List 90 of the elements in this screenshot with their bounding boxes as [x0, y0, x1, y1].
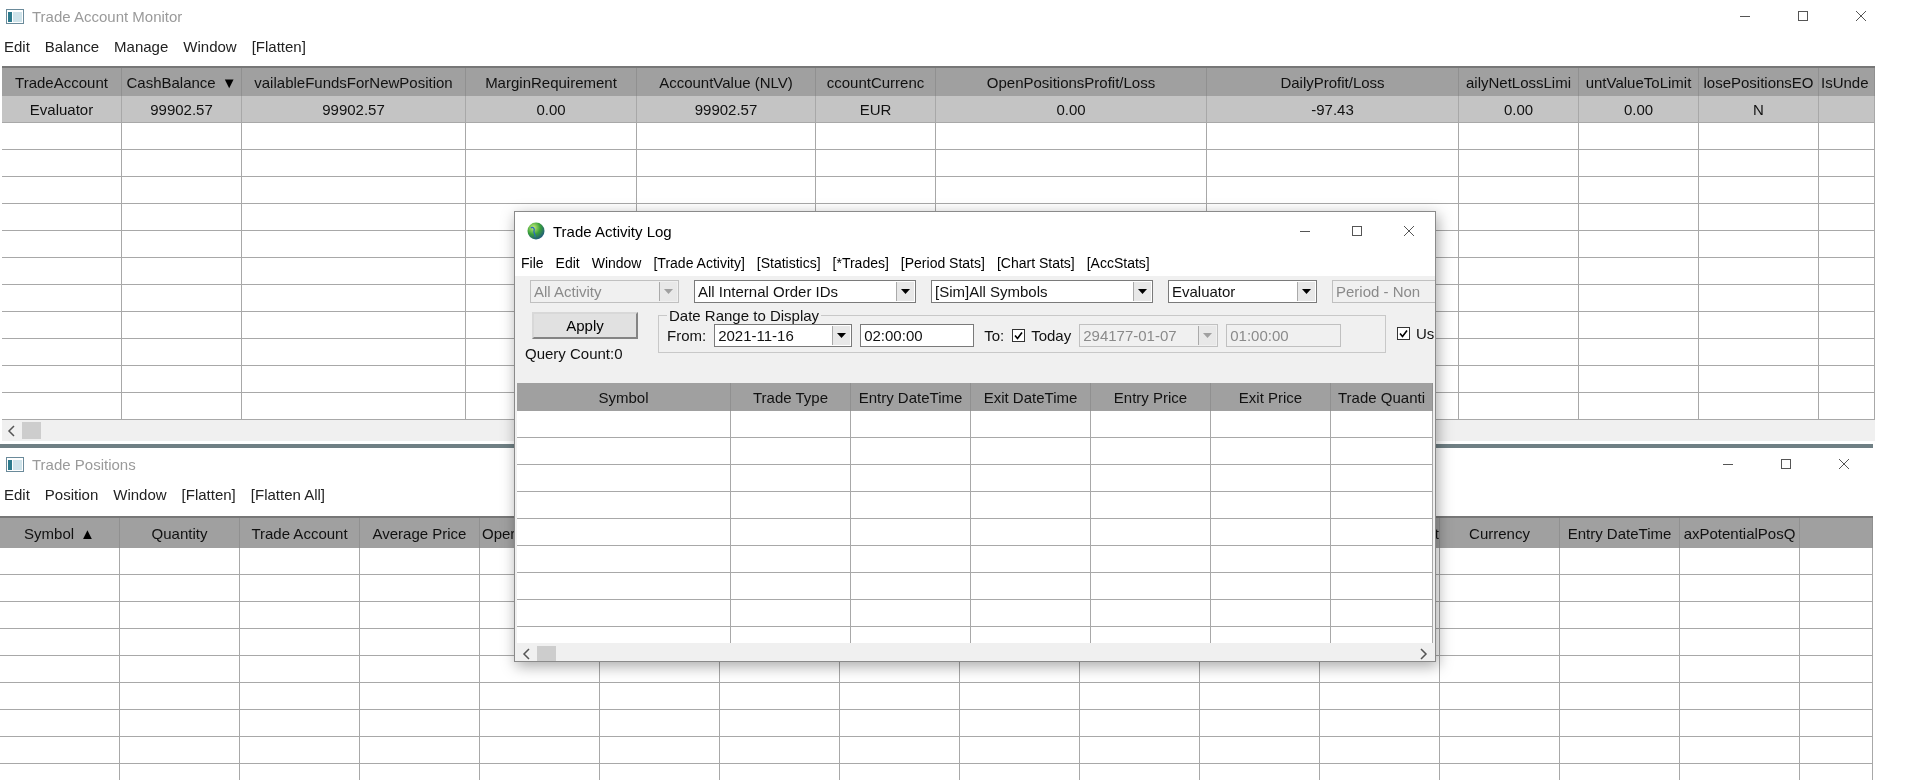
menu-item[interactable]: Position	[44, 485, 99, 503]
menu-item[interactable]: Edit	[555, 255, 580, 271]
scroll-right-icon[interactable]	[1418, 648, 1428, 660]
check-icon	[1399, 329, 1408, 338]
empty-cell	[1819, 150, 1875, 177]
caret-icon	[901, 289, 910, 294]
menu-item[interactable]: [Period Stats]	[900, 255, 985, 271]
close-icon	[1403, 225, 1415, 237]
menu-item[interactable]: [*Trades]	[832, 255, 889, 271]
sort-arrow: ▼	[221, 73, 237, 91]
maximize-icon	[1780, 458, 1792, 470]
scroll-thumb[interactable]	[22, 422, 41, 439]
apply-button[interactable]: Apply	[532, 312, 638, 339]
empty-cell	[1819, 231, 1875, 258]
table-cell: 99902.57	[242, 96, 466, 123]
close-icon	[1855, 10, 1867, 22]
scroll-left-icon[interactable]	[7, 424, 17, 437]
column-header[interactable]: axPotentialPosQ	[1680, 518, 1800, 548]
menu-item[interactable]: Window	[591, 255, 642, 271]
table-row[interactable]: Evaluator 99902.57 99902.57 0.00 99902.57 EUR 0.00 -97.43 0.00 0.00 N	[2, 96, 1875, 123]
menu-item[interactable]: [Statistics]	[756, 255, 821, 271]
menu-item[interactable]: File	[521, 255, 544, 271]
menu-item[interactable]: [Flatten]	[251, 37, 306, 55]
dropdown[interactable]: [Sim]All Symbols	[931, 280, 1153, 303]
empty-cell	[1819, 177, 1875, 204]
column-header[interactable]: Entry DateTime	[1560, 518, 1680, 548]
checkbox[interactable]	[1397, 327, 1410, 340]
empty-cell	[1819, 258, 1875, 285]
dropdown[interactable]: 2021-11-16	[714, 324, 853, 347]
column-header[interactable]: Currency	[1440, 518, 1560, 548]
horizontal-scrollbar[interactable]	[517, 643, 1433, 661]
scroll-left-icon[interactable]	[522, 648, 532, 660]
caret-icon	[1138, 289, 1147, 294]
window-title: Trade Account Monitor	[32, 7, 183, 25]
empty-cell	[1819, 285, 1875, 312]
table-cell: Evaluator	[2, 96, 122, 123]
window-icon	[6, 8, 24, 24]
globe-icon	[527, 222, 545, 240]
field-label: From:	[667, 327, 707, 344]
empty-cell	[1819, 312, 1875, 339]
input-field[interactable]: 02:00:00	[860, 324, 975, 347]
checkbox-label: Today	[1031, 327, 1072, 344]
checkbox[interactable]	[1012, 329, 1026, 342]
close-icon	[1838, 458, 1850, 470]
window-icon	[6, 456, 24, 472]
check-icon	[1014, 331, 1024, 340]
table-cell: 0.00	[466, 96, 637, 123]
field-label: To:	[984, 327, 1005, 344]
table-cell: -97.43	[1207, 96, 1459, 123]
menu-item[interactable]: Manage	[114, 37, 169, 55]
table-cell: EUR	[816, 96, 936, 123]
maximize-icon	[1797, 10, 1809, 22]
menu-item[interactable]: Edit	[4, 37, 30, 55]
dropdown[interactable]: Evaluator	[1168, 280, 1317, 303]
window-title: Trade Positions	[32, 455, 136, 473]
menu-item[interactable]: Balance	[44, 37, 100, 55]
menu-item[interactable]: [Chart Stats]	[996, 255, 1075, 271]
menu-item[interactable]: [Flatten All]	[250, 485, 325, 503]
caret-icon	[664, 289, 673, 294]
menu-item[interactable]: [Trade Activity]	[653, 255, 745, 271]
menu-item[interactable]: Window	[183, 37, 237, 55]
menu-item[interactable]: [AccStats]	[1086, 255, 1150, 271]
sort-arrow: ▲	[80, 524, 95, 542]
column-header[interactable]: Symbol ▲	[0, 518, 120, 548]
caret-icon	[1302, 289, 1311, 294]
checkbox-label: Us	[1416, 325, 1435, 342]
column-header[interactable]: Trade Account	[240, 518, 360, 548]
window-title: Trade Activity Log	[553, 222, 672, 240]
query-count: Query Count:0	[525, 345, 624, 362]
table-cell: 99902.57	[637, 96, 816, 123]
dropdown[interactable]: All Internal Order IDs	[694, 280, 916, 303]
column-header[interactable]: Quantity	[120, 518, 240, 548]
empty-cell	[1819, 204, 1875, 231]
scroll-thumb[interactable]	[537, 645, 556, 661]
empty-cell	[1819, 339, 1875, 366]
column-header[interactable]: Average Price	[360, 518, 480, 548]
table-cell: 0.00	[1579, 96, 1699, 123]
table-cell: 0.00	[936, 96, 1207, 123]
table-cell: N	[1699, 96, 1819, 123]
caret-icon	[837, 333, 847, 338]
menu-item[interactable]: Edit	[4, 485, 30, 503]
caret-icon	[1203, 333, 1213, 338]
menu-item[interactable]: [Flatten]	[181, 485, 236, 503]
table-cell: 99902.57	[122, 96, 242, 123]
maximize-icon	[1351, 225, 1363, 237]
table-cell: 0.00	[1459, 96, 1579, 123]
group-label: Date Range to Display	[668, 307, 821, 324]
empty-cell	[1819, 123, 1875, 150]
menu-item[interactable]: Window	[113, 485, 167, 503]
empty-cell	[1819, 366, 1875, 393]
